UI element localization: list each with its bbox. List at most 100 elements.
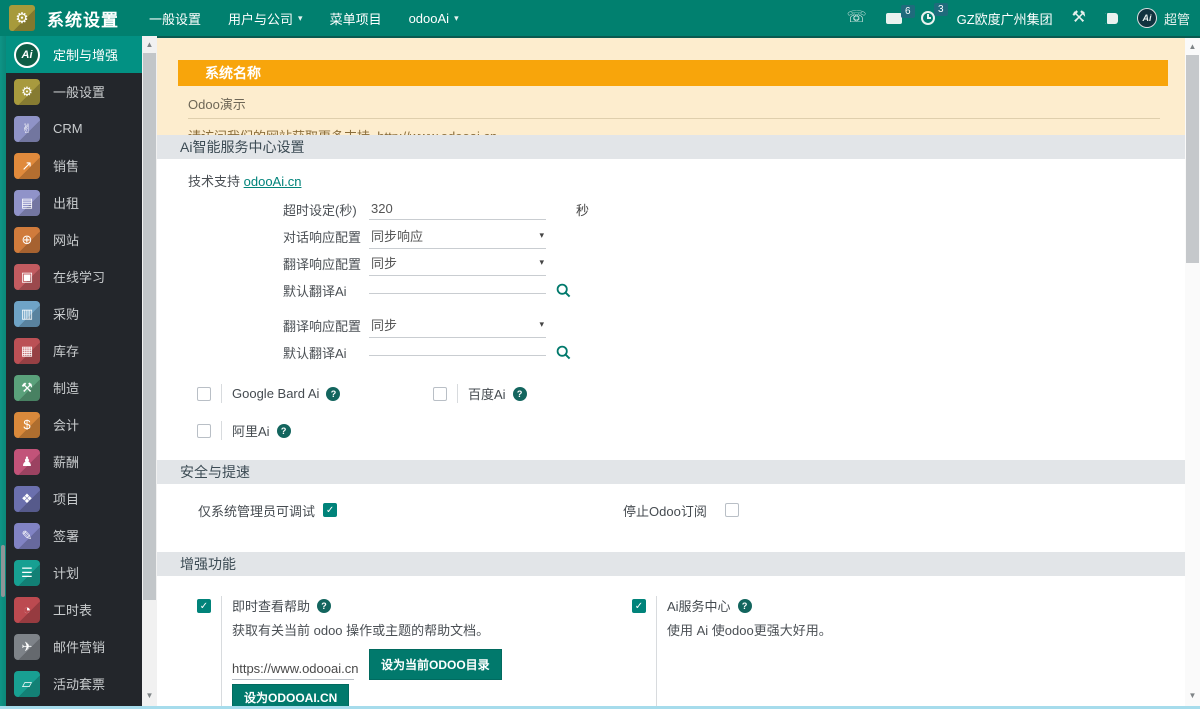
activities-clock-icon[interactable]: 3 bbox=[920, 3, 948, 25]
check-icon: ✓ bbox=[634, 600, 644, 612]
sidebar-item-website[interactable]: ⊕ 网站 bbox=[6, 221, 142, 258]
system-name-panel: 系统名称 Odoo演示 请访问我们的网站获取更多支持. http://www.o… bbox=[157, 38, 1200, 135]
set-odooai-cn-button[interactable]: 设为ODOOAI.CN bbox=[232, 684, 350, 706]
sidebar-item-inventory[interactable]: ▦ 库存 bbox=[6, 332, 142, 369]
scroll-down-arrow-icon[interactable]: ▼ bbox=[1185, 689, 1200, 703]
activities-badge: 3 bbox=[934, 3, 948, 16]
translate-response-select-2[interactable]: 同步 ▾ bbox=[369, 313, 546, 338]
sidebar-item-crm[interactable]: ✌ CRM bbox=[6, 110, 142, 147]
form-row-timeout: 超时设定(秒) 320 秒 bbox=[283, 199, 590, 220]
search-icon[interactable] bbox=[556, 345, 571, 360]
app-gear-icon[interactable]: ⚙ bbox=[9, 5, 35, 31]
google-bard-checkbox[interactable] bbox=[197, 386, 211, 401]
set-current-odoo-dir-button[interactable]: 设为当前ODOO目录 bbox=[369, 649, 502, 680]
tech-support-link[interactable]: odooAi.cn bbox=[244, 174, 302, 189]
scroll-up-arrow-icon[interactable]: ▲ bbox=[142, 38, 157, 52]
menu-menu-items[interactable]: 菜单项目 bbox=[330, 9, 382, 28]
sidebar-item-event-tickets[interactable]: ▱ 活动套票 bbox=[6, 665, 142, 702]
help-icon[interactable]: ? bbox=[326, 386, 341, 401]
messages-icon[interactable]: 6 bbox=[885, 4, 915, 24]
settings-content: 系统名称 Odoo演示 请访问我们的网站获取更多支持. http://www.o… bbox=[157, 36, 1200, 706]
security-row: 仅系统管理员可调试 ✓ 停止Odoo订阅 bbox=[198, 499, 1200, 521]
menu-general-settings[interactable]: 一般设置 bbox=[149, 9, 201, 28]
avatar: Ai bbox=[1136, 8, 1157, 28]
form-row-chat-response: 对话响应配置 同步响应 ▾ bbox=[283, 223, 1200, 250]
top-bar: ⚙ 系统设置 一般设置 用户与公司 ▾ 菜单项目 odooAi ▾ ☏ 6 3 GZ… bbox=[0, 0, 1200, 36]
chevron-down-icon: ▾ bbox=[298, 12, 303, 23]
topbar-right: ☏ 6 3 GZ欧度广州集团 ⚒ Ai 超管 bbox=[828, 3, 1200, 28]
sidebar-item-accounting[interactable]: $ 会计 bbox=[6, 406, 142, 443]
check-icon: ✓ bbox=[325, 504, 335, 516]
tools-icon[interactable]: ⚒ bbox=[1072, 10, 1086, 26]
user-name: 超管 bbox=[1163, 11, 1190, 27]
sidebar-item-sign[interactable]: ✎ 签署 bbox=[6, 517, 142, 554]
rental-list-icon: ▤ bbox=[14, 189, 40, 216]
search-icon[interactable] bbox=[556, 283, 571, 298]
default-translate-ai-input[interactable] bbox=[369, 288, 546, 294]
window-left-scrollbar[interactable] bbox=[0, 36, 6, 706]
website-globe-icon: ⊕ bbox=[14, 226, 40, 253]
sidebar-item-timesheet[interactable]: ◔ 工时表 bbox=[6, 591, 142, 628]
translate-response-select[interactable]: 同步 ▾ bbox=[369, 251, 546, 276]
menu-odooai[interactable]: odooAi ▾ bbox=[409, 11, 459, 26]
help-icon[interactable]: ? bbox=[737, 598, 752, 613]
help-icon[interactable]: ? bbox=[317, 598, 332, 613]
sidebar-item-project[interactable]: ❖ 项目 bbox=[6, 480, 142, 517]
sidebar-item-email-marketing[interactable]: ✈ 邮件营销 bbox=[6, 628, 142, 665]
section-header-security: 安全与提速 bbox=[157, 460, 1200, 484]
sidebar-item-customize-enhance[interactable]: Ai 定制与增强 bbox=[6, 36, 142, 73]
content-scrollbar-thumb[interactable] bbox=[1186, 55, 1199, 263]
scroll-down-arrow-icon[interactable]: ▼ bbox=[142, 689, 157, 703]
chevron-down-icon: ▾ bbox=[539, 319, 544, 329]
messages-badge: 6 bbox=[901, 4, 915, 18]
form-row-default-translate-ai: 默认翻译Ai bbox=[283, 277, 1200, 304]
tech-support-row: 技术支持 odooAi.cn bbox=[188, 174, 302, 189]
baidu-checkbox[interactable] bbox=[433, 386, 447, 401]
ai-section: 技术支持 odooAi.cn 超时设定(秒) 320 秒 对话响应配置 同步响应… bbox=[157, 159, 1200, 460]
support-link-text[interactable]: 请访问我们的网站获取更多支持. http://www.odooai.cn bbox=[188, 126, 1200, 135]
docs-book-icon[interactable] bbox=[1104, 12, 1118, 24]
provider-row-2: 阿里Ai ? bbox=[197, 421, 1200, 440]
user-menu[interactable]: Ai 超管 bbox=[1136, 8, 1190, 28]
stop-odoo-subscription-checkbox[interactable] bbox=[724, 503, 739, 517]
odoo-docs-url-input[interactable]: https://www.odooai.cn bbox=[232, 661, 358, 680]
instant-help-checkbox[interactable]: ✓ bbox=[197, 599, 211, 613]
menu-users-company[interactable]: 用户与公司 ▾ bbox=[228, 9, 303, 28]
chat-response-select[interactable]: 同步响应 ▾ bbox=[369, 224, 546, 249]
sidebar-item-manufacturing[interactable]: ⚒ 制造 bbox=[6, 369, 142, 406]
provider-google-bard: Google Bard Ai ? bbox=[197, 384, 433, 403]
left-scrollbar-thumb[interactable] bbox=[1, 545, 5, 597]
sidebar-item-planning[interactable]: ☰ 计划 bbox=[6, 554, 142, 591]
ai-service-center-checkbox[interactable]: ✓ bbox=[632, 599, 646, 613]
help-icon[interactable]: ? bbox=[512, 386, 527, 401]
phone-icon[interactable]: ☏ bbox=[847, 10, 867, 26]
enhance-section: ✓ 即时查看帮助 ? 获取有关当前 odoo 操作或主题的帮助文档。 https… bbox=[197, 596, 1200, 706]
default-translate-ai-input-2[interactable] bbox=[369, 350, 546, 356]
planning-list-icon: ☰ bbox=[14, 559, 40, 586]
system-name-input[interactable]: Odoo演示 bbox=[188, 94, 1160, 119]
help-icon[interactable]: ? bbox=[276, 423, 291, 438]
provider-baidu: 百度Ai ? bbox=[433, 384, 527, 403]
chevron-down-icon: ▾ bbox=[454, 12, 459, 23]
event-ticket-icon: ▱ bbox=[14, 670, 40, 697]
sidebar-item-elearning[interactable]: ▣ 在线学习 bbox=[6, 258, 142, 295]
sidebar-scrollbar[interactable]: ▲ ▼ bbox=[142, 36, 157, 706]
sidebar-item-payroll[interactable]: ♟ 薪酬 bbox=[6, 443, 142, 480]
admin-only-debug-checkbox[interactable]: ✓ bbox=[323, 503, 338, 517]
provider-ali: 阿里Ai ? bbox=[197, 421, 291, 440]
company-name[interactable]: GZ欧度广州集团 bbox=[957, 9, 1053, 28]
sidebar-item-general-settings[interactable]: ⚙ 一般设置 bbox=[6, 73, 142, 110]
instant-help-block: ✓ 即时查看帮助 ? 获取有关当前 odoo 操作或主题的帮助文档。 https… bbox=[197, 596, 632, 706]
sidebar-scrollbar-thumb[interactable] bbox=[143, 53, 156, 600]
system-name-field-label[interactable]: 系统名称 bbox=[178, 60, 1168, 86]
provider-row-1: Google Bard Ai ? 百度Ai ? bbox=[197, 384, 1200, 403]
sidebar-item-rental[interactable]: ▤ 出租 bbox=[6, 184, 142, 221]
scroll-up-arrow-icon[interactable]: ▲ bbox=[1185, 40, 1200, 54]
check-icon: ✓ bbox=[199, 600, 209, 612]
timeout-input[interactable]: 320 bbox=[369, 199, 546, 220]
sidebar-item-sales[interactable]: ↗ 销售 bbox=[6, 147, 142, 184]
sidebar-item-purchase[interactable]: ▥ 采购 bbox=[6, 295, 142, 332]
ali-checkbox[interactable] bbox=[197, 423, 211, 438]
content-scrollbar[interactable]: ▲ ▼ bbox=[1185, 38, 1200, 706]
timesheet-stopwatch-icon: ◔ bbox=[14, 596, 40, 623]
